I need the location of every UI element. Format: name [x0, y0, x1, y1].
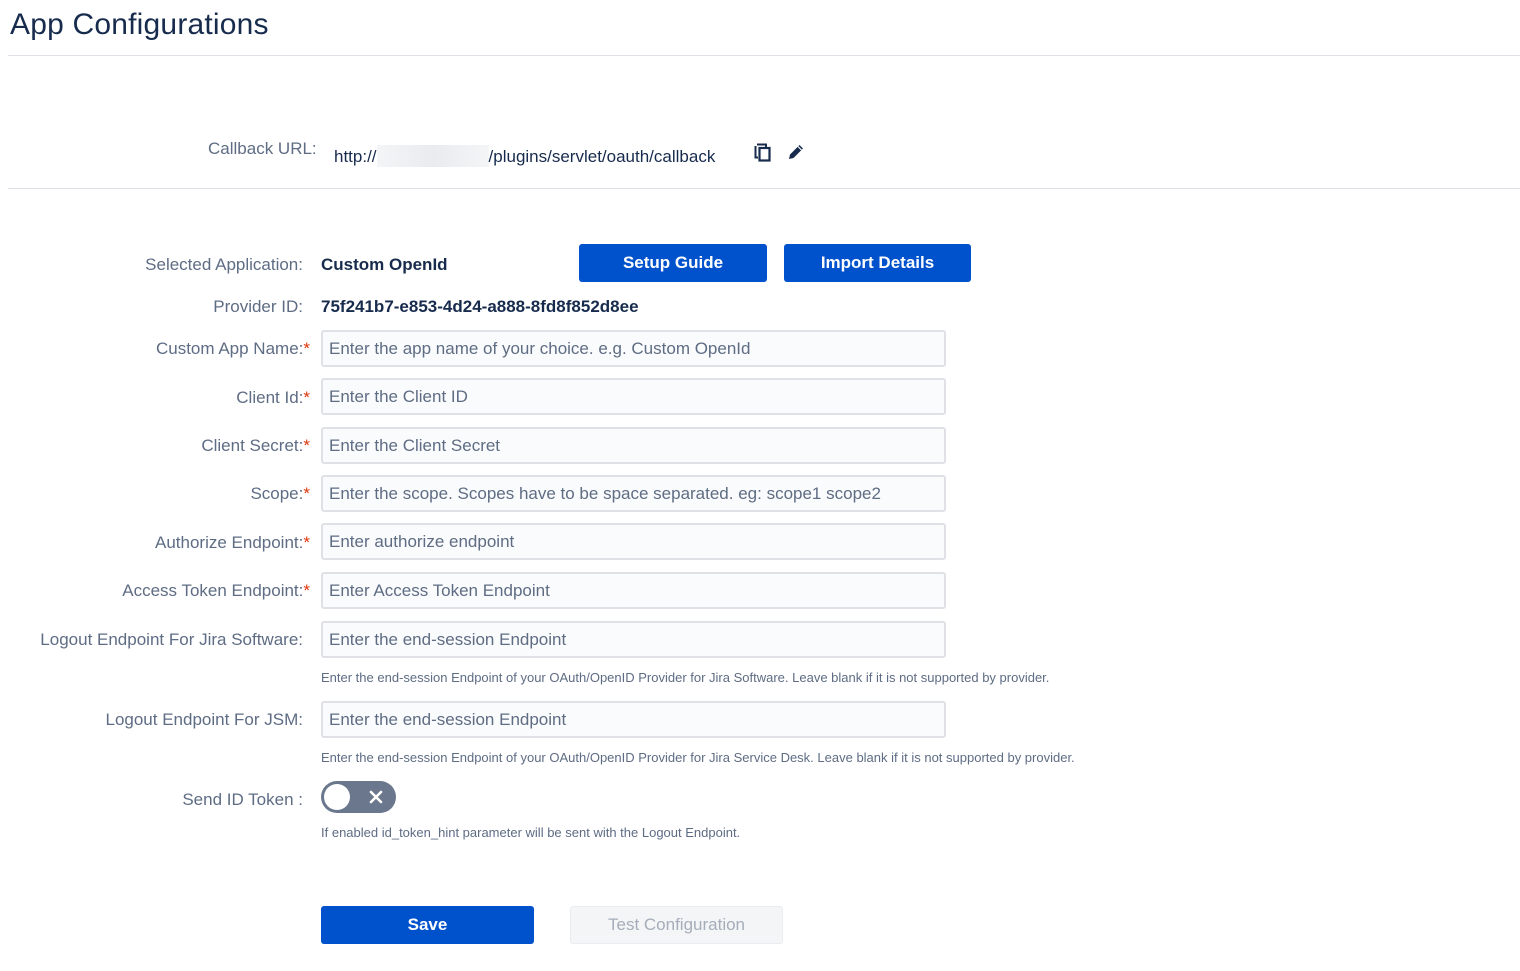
authorize-endpoint-input[interactable] [321, 523, 946, 560]
save-button[interactable]: Save [321, 906, 534, 944]
client-secret-input[interactable] [321, 427, 946, 464]
scope-input[interactable] [321, 475, 946, 512]
required-asterisk: * [303, 388, 310, 407]
logout-endpoint-jsm-label: Logout Endpoint For JSM: [105, 710, 303, 729]
custom-app-name-input[interactable] [321, 330, 946, 367]
logout-endpoint-jira-input[interactable] [321, 621, 946, 658]
client-secret-label: Client Secret:* [201, 436, 310, 455]
test-configuration-button[interactable]: Test Configuration [570, 906, 783, 944]
required-asterisk: * [303, 436, 310, 455]
page-title: App Configurations [10, 8, 269, 41]
callback-divider [8, 188, 1520, 189]
scope-label: Scope:* [250, 484, 310, 503]
provider-id-label: Provider ID: [213, 297, 303, 316]
callback-url-label: Callback URL: [208, 139, 317, 158]
logout-endpoint-jsm-input[interactable] [321, 701, 946, 738]
custom-app-name-label: Custom App Name:* [155, 339, 310, 358]
required-asterisk: * [303, 484, 310, 503]
toggle-knob [324, 784, 350, 810]
access-token-endpoint-input[interactable] [321, 572, 946, 609]
logout-endpoint-jira-label: Logout Endpoint For Jira Software: [40, 630, 303, 649]
callback-url-value: http:// /plugins/servlet/oauth/callback [334, 145, 715, 167]
logout-endpoint-jira-help: Enter the end-session Endpoint of your O… [321, 670, 1050, 685]
setup-guide-button[interactable]: Setup Guide [579, 244, 767, 282]
x-icon [368, 789, 384, 810]
client-id-input[interactable] [321, 378, 946, 415]
provider-id-value: 75f241b7-e853-4d24-a888-8fd8f852d8ee [321, 297, 639, 316]
selected-application-label: Selected Application: [145, 255, 303, 274]
callback-url-prefix: http:// [334, 147, 377, 166]
copy-icon[interactable] [754, 143, 772, 167]
redacted-host [376, 145, 489, 167]
send-id-token-help: If enabled id_token_hint parameter will … [321, 825, 741, 840]
header-divider [8, 55, 1520, 56]
required-asterisk: * [303, 533, 310, 552]
send-id-token-toggle[interactable] [321, 781, 396, 813]
authorize-endpoint-label: Authorize Endpoint:* [154, 533, 310, 552]
required-asterisk: * [303, 581, 310, 600]
import-details-button[interactable]: Import Details [784, 244, 971, 282]
send-id-token-label: Send ID Token : [182, 790, 303, 809]
pencil-icon[interactable] [787, 143, 805, 166]
selected-application-value: Custom OpenId [321, 255, 448, 274]
logout-endpoint-jsm-help: Enter the end-session Endpoint of your O… [321, 750, 1075, 765]
callback-url-suffix: /plugins/servlet/oauth/callback [488, 147, 716, 166]
required-asterisk: * [303, 339, 310, 358]
client-id-label: Client Id:* [236, 388, 310, 407]
access-token-endpoint-label: Access Token Endpoint:* [122, 581, 310, 600]
